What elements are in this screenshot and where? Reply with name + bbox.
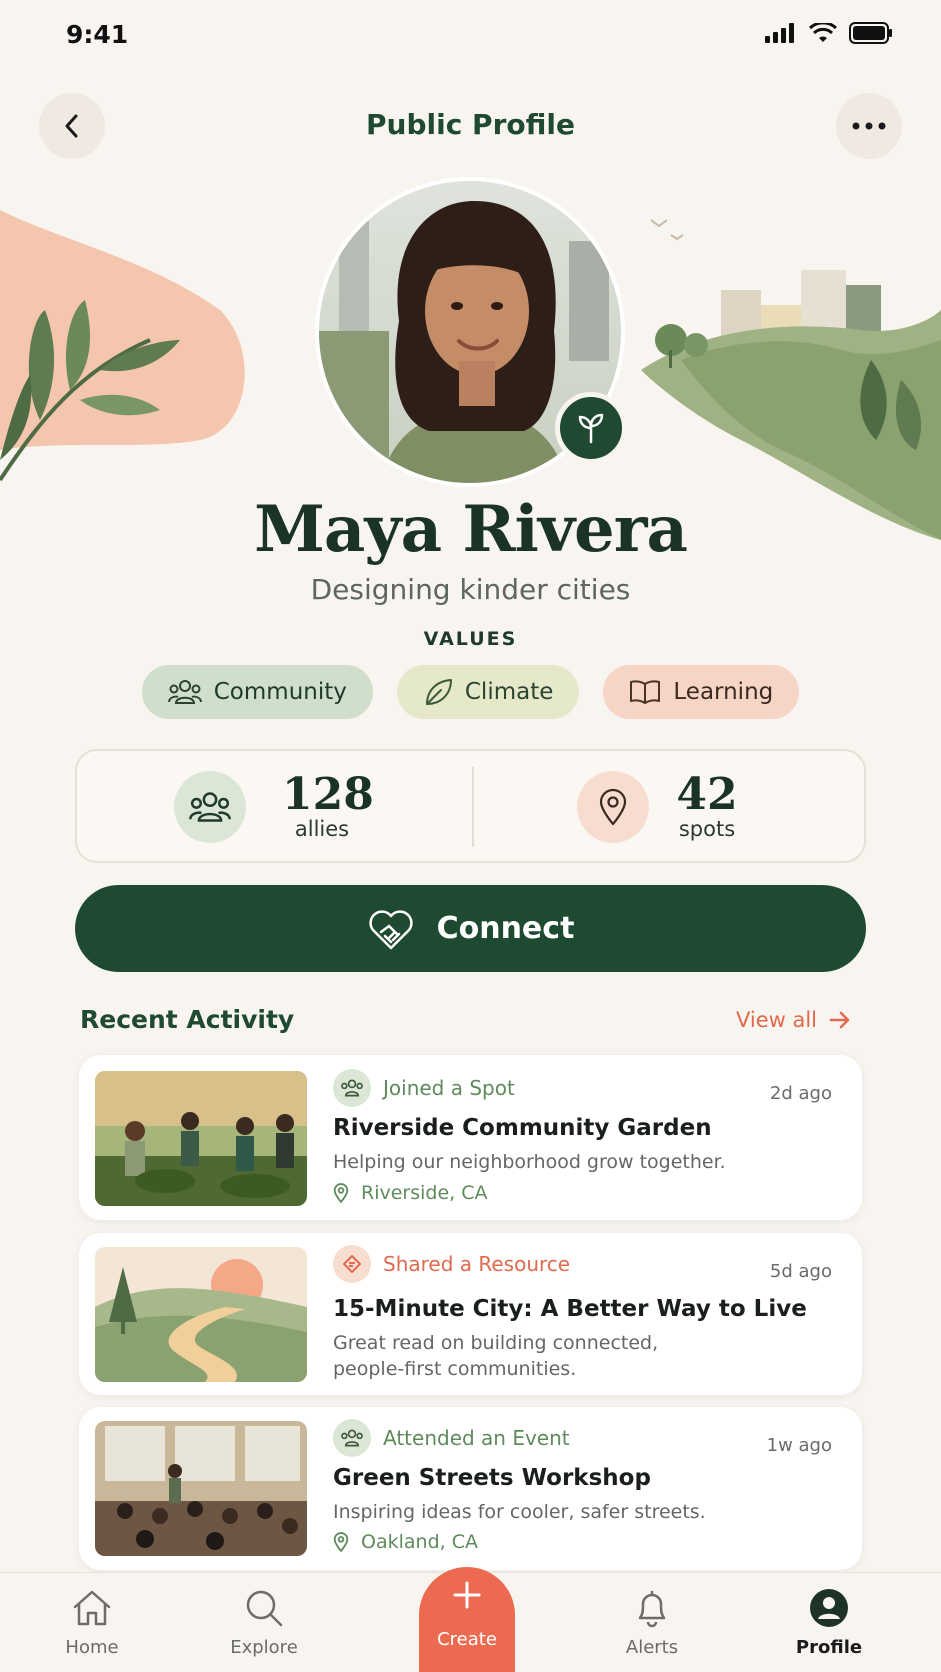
activity-title: Green Streets Workshop <box>333 1465 651 1491</box>
tab-alerts[interactable]: Alerts <box>592 1587 712 1658</box>
more-options-button[interactable] <box>836 93 902 159</box>
view-all-link[interactable]: View all <box>736 1008 851 1032</box>
activity-time: 1w ago <box>766 1435 832 1456</box>
values-label: VALUES <box>423 628 518 650</box>
value-chip-label: Learning <box>673 679 774 705</box>
book-icon <box>630 680 661 704</box>
people-icon <box>341 1429 363 1447</box>
activity-type: Attended an Event <box>333 1419 570 1457</box>
leaf-icon <box>425 679 452 705</box>
activity-location-label: Riverside, CA <box>361 1182 488 1204</box>
status-time: 9:41 <box>66 20 129 49</box>
spots-icon-wrap <box>577 771 649 843</box>
city-hill-decoration <box>641 219 941 540</box>
bell-icon <box>638 1591 666 1628</box>
activity-type-label: Shared a Resource <box>383 1252 571 1276</box>
activity-card[interactable]: Shared a Resource 5d ago 15-Minute City:… <box>79 1233 862 1395</box>
view-all-label: View all <box>735 1008 817 1032</box>
location-pin-icon <box>333 1532 349 1552</box>
connect-label: Connect <box>436 911 575 946</box>
handshake-heart-icon <box>368 909 413 949</box>
search-icon <box>246 1590 283 1627</box>
activity-description: Helping our neighborhood grow together. <box>333 1151 726 1173</box>
home-icon <box>73 1590 111 1626</box>
allies-count: 128 <box>282 769 374 820</box>
people-icon <box>189 792 231 822</box>
activity-description: Inspiring ideas for cooler, safer street… <box>333 1501 706 1523</box>
tab-create-label: Create <box>437 1629 497 1650</box>
profile-tagline: Designing kinder cities <box>310 573 631 606</box>
people-icon <box>167 680 202 704</box>
type-badge <box>333 1069 371 1107</box>
value-chip-label: Climate <box>464 679 554 705</box>
activity-location-label: Oakland, CA <box>361 1531 478 1553</box>
profile-name: Maya Rivera <box>254 492 688 567</box>
signal-icon <box>765 23 794 43</box>
people-icon <box>341 1079 363 1097</box>
tab-bar: Home Explore Create Alerts Profile <box>0 1567 941 1672</box>
activity-thumbnail <box>95 1071 307 1206</box>
page-title: Public Profile <box>366 108 575 141</box>
activity-thumbnail <box>95 1247 307 1382</box>
stats-card: 128 allies 42 spots <box>75 749 866 863</box>
activity-card[interactable]: Joined a Spot 2d ago Riverside Community… <box>79 1055 862 1220</box>
values-chips: Community Climate Learning <box>0 665 941 719</box>
activity-type: Shared a Resource <box>333 1245 570 1283</box>
leaf-decoration <box>0 210 245 482</box>
type-badge <box>333 1419 371 1457</box>
workshop-image <box>95 1421 307 1556</box>
spots-label: spots <box>678 817 736 841</box>
sprout-badge <box>555 392 627 464</box>
activity-type-label: Attended an Event <box>383 1426 570 1450</box>
tab-explore-label: Explore <box>230 1637 298 1658</box>
landscape-illustration <box>95 1247 307 1382</box>
recent-activity-title: Recent Activity <box>80 1005 295 1034</box>
activity-location: Riverside, CA <box>333 1182 488 1204</box>
location-pin-icon <box>599 788 627 826</box>
value-chip-label: Community <box>213 679 347 705</box>
more-dots-icon <box>852 122 886 130</box>
activity-title: Riverside Community Garden <box>333 1115 712 1141</box>
activity-time: 5d ago <box>769 1261 832 1282</box>
activity-card[interactable]: Attended an Event 1w ago Green Streets W… <box>79 1407 862 1570</box>
activity-location: Oakland, CA <box>333 1531 478 1553</box>
activity-time: 2d ago <box>769 1083 832 1104</box>
status-icons <box>765 22 893 44</box>
wifi-icon <box>809 23 837 42</box>
allies-label: allies <box>294 817 350 841</box>
allies-stat[interactable]: 128 allies <box>282 769 374 842</box>
tab-alerts-label: Alerts <box>625 1637 679 1658</box>
garden-image <box>95 1071 307 1206</box>
type-badge <box>333 1245 371 1283</box>
activity-title: 15-Minute City: A Better Way to Live <box>333 1296 807 1322</box>
activity-thumbnail <box>95 1421 307 1556</box>
sprout-icon <box>578 413 604 444</box>
tab-explore[interactable]: Explore <box>204 1587 324 1658</box>
spots-count: 42 <box>676 769 738 820</box>
battery-icon <box>849 22 892 44</box>
tab-create[interactable]: Create <box>419 1567 515 1672</box>
tab-home-label: Home <box>65 1637 119 1658</box>
resource-tag-icon <box>343 1255 361 1273</box>
value-chip-climate[interactable]: Climate <box>396 665 580 719</box>
stats-divider <box>472 767 474 847</box>
profile-icon <box>810 1589 848 1627</box>
activity-description: Great read on building connected, people… <box>333 1332 659 1380</box>
location-pin-icon <box>333 1183 349 1203</box>
activity-type-label: Joined a Spot <box>383 1076 515 1100</box>
allies-icon-wrap <box>174 771 246 843</box>
plus-icon <box>453 1581 481 1609</box>
tab-home[interactable]: Home <box>32 1587 152 1658</box>
spots-stat[interactable]: 42 spots <box>667 769 747 842</box>
activity-type: Joined a Spot <box>333 1069 515 1107</box>
tab-profile[interactable]: Profile <box>769 1587 889 1658</box>
tab-profile-label: Profile <box>795 1637 863 1658</box>
value-chip-community[interactable]: Community <box>141 665 373 719</box>
arrow-right-icon <box>829 1011 850 1029</box>
connect-button[interactable]: Connect <box>75 885 866 972</box>
value-chip-learning[interactable]: Learning <box>603 665 800 719</box>
